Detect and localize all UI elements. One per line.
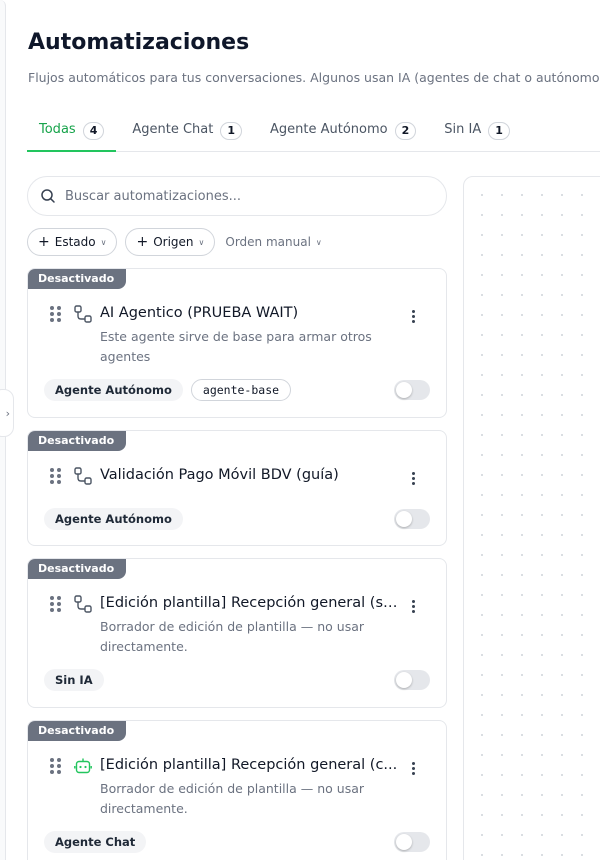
type-tag: Sin IA bbox=[44, 669, 104, 691]
status-badge: Desactivado bbox=[28, 721, 127, 741]
enable-toggle[interactable] bbox=[394, 670, 430, 690]
chevron-down-icon: ∨ bbox=[100, 237, 107, 247]
tag-list: Agente Autónomo bbox=[44, 508, 183, 530]
plus-icon: + bbox=[38, 234, 50, 250]
tab-label: Sin IA bbox=[444, 122, 482, 137]
automation-title[interactable]: [Edición plantilla] Recepción general (c… bbox=[100, 757, 400, 773]
search-input[interactable] bbox=[65, 188, 446, 204]
type-tag: Agente Autónomo bbox=[44, 508, 183, 530]
drag-handle-icon[interactable] bbox=[50, 596, 61, 612]
expand-sidebar-button[interactable]: › bbox=[0, 389, 14, 437]
drag-handle-icon[interactable] bbox=[50, 468, 61, 484]
tag-list: Agente Chat bbox=[44, 831, 147, 853]
tab-count-badge: 2 bbox=[394, 122, 417, 140]
filter-bar: + Estado ∨ + Origen ∨ Orden manual ∨ bbox=[27, 228, 322, 256]
enable-toggle[interactable] bbox=[394, 832, 430, 852]
tab-label: Todas bbox=[39, 122, 76, 137]
workflow-icon bbox=[74, 467, 92, 485]
plus-icon: + bbox=[136, 234, 149, 250]
chevron-down-icon: ∨ bbox=[315, 237, 322, 247]
tab-label: Agente Chat bbox=[132, 122, 214, 137]
drag-handle-icon[interactable] bbox=[50, 758, 61, 774]
origen-filter-label: Origen bbox=[153, 235, 194, 249]
page-subtitle: Flujos automáticos para tus conversacion… bbox=[28, 70, 600, 85]
automation-card[interactable]: Desactivado AI Agentico (PRUEBA WAIT) Es… bbox=[27, 268, 447, 418]
more-options-icon[interactable] bbox=[410, 762, 416, 775]
automation-description: Borrador de edición de plantilla — no us… bbox=[100, 619, 365, 654]
filter-tabs: Todas 4 Agente Chat 1 Agente Autónomo 2 … bbox=[27, 114, 600, 152]
tab-count-badge: 1 bbox=[220, 122, 242, 140]
tab-count-badge: 1 bbox=[488, 122, 510, 140]
automation-card[interactable]: Desactivado [Edición plantilla] Recepció… bbox=[27, 558, 447, 708]
automation-title[interactable]: AI Agentico (PRUEBA WAIT) bbox=[100, 305, 400, 321]
more-options-icon[interactable] bbox=[410, 600, 416, 613]
tab-agente-autonomo[interactable]: Agente Autónomo 2 bbox=[258, 114, 428, 152]
drag-handle-icon[interactable] bbox=[50, 306, 61, 322]
page-title: Automatizaciones bbox=[28, 30, 250, 55]
detail-panel-placeholder bbox=[463, 176, 600, 860]
status-badge: Desactivado bbox=[28, 431, 127, 451]
tag-list: Sin IA bbox=[44, 669, 104, 691]
type-tag: Agente Autónomo bbox=[44, 379, 183, 401]
search-icon bbox=[41, 189, 55, 203]
automation-title[interactable]: [Edición plantilla] Recepción general (s… bbox=[100, 595, 400, 611]
status-badge: Desactivado bbox=[28, 559, 127, 579]
chevron-down-icon: ∨ bbox=[198, 237, 205, 247]
tab-agente-chat[interactable]: Agente Chat 1 bbox=[120, 114, 254, 152]
tab-count-badge: 4 bbox=[82, 122, 105, 140]
estado-filter-label: Estado bbox=[54, 235, 96, 249]
workflow-icon bbox=[74, 595, 92, 613]
search-box bbox=[27, 176, 447, 216]
more-options-icon[interactable] bbox=[410, 472, 416, 485]
automation-title[interactable]: Validación Pago Móvil BDV (guía) bbox=[100, 467, 400, 483]
chevron-right-icon: › bbox=[5, 406, 10, 420]
sort-dropdown[interactable]: Orden manual ∨ bbox=[223, 235, 321, 249]
estado-filter-button[interactable]: + Estado ∨ bbox=[27, 228, 118, 256]
tab-sin-ia[interactable]: Sin IA 1 bbox=[432, 114, 522, 152]
automation-card[interactable]: Desactivado [Edición plantilla] Recepció… bbox=[27, 720, 447, 860]
automation-card[interactable]: Desactivado Validación Pago Móvil BDV (g… bbox=[27, 430, 447, 546]
tag-list: Agente Autónomo agente-base bbox=[44, 379, 292, 401]
tab-label: Agente Autónomo bbox=[270, 122, 388, 137]
automation-description: Borrador de edición de plantilla — no us… bbox=[100, 781, 365, 816]
bot-icon bbox=[74, 758, 92, 774]
sort-label: Orden manual bbox=[225, 235, 311, 249]
origen-filter-button[interactable]: + Origen ∨ bbox=[125, 228, 216, 256]
automation-description: Este agente sirve de base para armar otr… bbox=[100, 329, 372, 364]
status-badge: Desactivado bbox=[28, 269, 127, 289]
more-options-icon[interactable] bbox=[410, 310, 416, 323]
workflow-icon bbox=[74, 305, 92, 323]
type-tag: Agente Chat bbox=[44, 831, 147, 853]
enable-toggle[interactable] bbox=[394, 380, 430, 400]
tab-todas[interactable]: Todas 4 bbox=[27, 114, 117, 152]
enable-toggle[interactable] bbox=[394, 509, 430, 529]
code-tag: agente-base bbox=[190, 379, 292, 401]
